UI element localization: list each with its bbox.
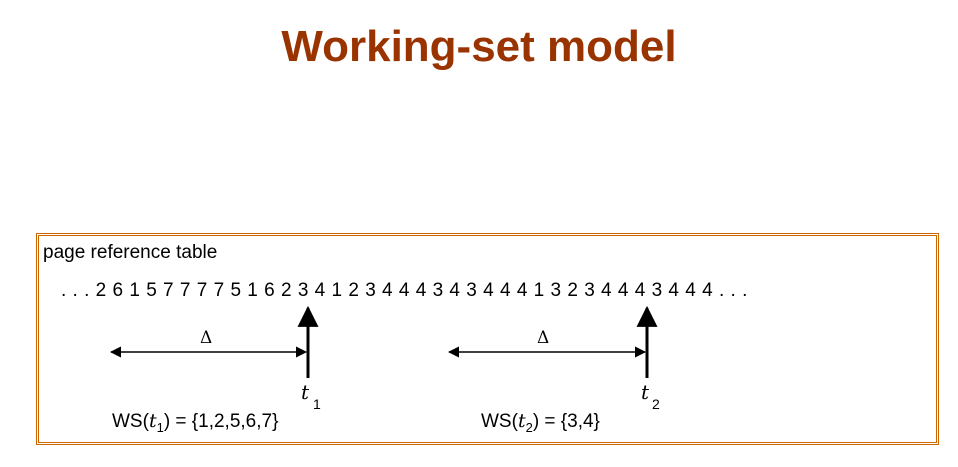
working-set-figure: page reference table . . . 2 6 1 5 7 7 7…: [36, 233, 939, 445]
time-label-2: t: [641, 380, 650, 404]
slide-title: Working-set model: [281, 22, 677, 71]
delta-label-1: Δ: [200, 328, 213, 348]
working-set-2: WS(t2) = {3,4}: [481, 410, 600, 435]
delta-label-2: Δ: [537, 328, 550, 348]
time-sub-2: 2: [652, 396, 660, 412]
time-sub-1: 1: [313, 396, 321, 412]
working-set-1: WS(t1) = {1,2,5,6,7}: [112, 410, 279, 435]
time-label-1: t: [301, 380, 310, 404]
